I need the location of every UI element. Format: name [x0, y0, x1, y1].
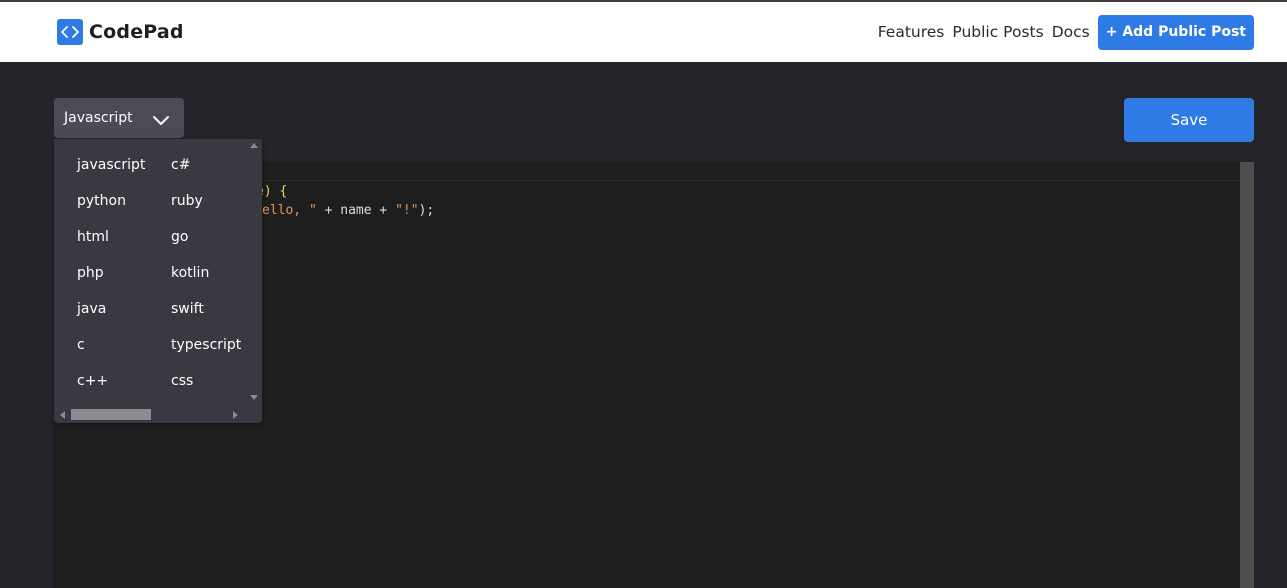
save-button[interactable]: Save [1124, 98, 1254, 142]
language-option-cpp[interactable]: c++ [77, 363, 171, 399]
language-option-csharp[interactable]: c# [171, 147, 247, 183]
scroll-up-arrow-icon[interactable] [250, 143, 258, 148]
code-token: + name + [316, 203, 396, 218]
language-select[interactable]: Javascript [54, 98, 184, 138]
code-line-2: ello, " + name + "!"); [262, 201, 434, 220]
scroll-down-arrow-icon[interactable] [250, 395, 258, 400]
dropdown-horizontal-scrollbar[interactable] [54, 406, 262, 423]
brand-logo[interactable]: CodePad [57, 19, 184, 45]
code-token: ); [418, 203, 435, 218]
top-navbar: CodePad Features Public Posts Docs + Add… [0, 2, 1287, 62]
language-option-php[interactable]: php [77, 255, 171, 291]
chevron-down-icon [152, 111, 170, 130]
language-select-value: Javascript [64, 110, 133, 126]
brand-name: CodePad [89, 21, 184, 43]
language-option-typescript[interactable]: typescript [171, 327, 247, 363]
code-brackets-icon [57, 19, 83, 45]
main-nav: Features Public Posts Docs + Add Public … [878, 14, 1254, 50]
scrollbar-thumb[interactable] [71, 409, 151, 420]
code-token: "!" [395, 203, 419, 218]
scroll-left-arrow-icon[interactable] [60, 411, 65, 419]
code-token: ello, " [262, 203, 317, 218]
language-option-html[interactable]: html [77, 219, 171, 255]
language-option-c[interactable]: c [77, 327, 171, 363]
add-public-post-button[interactable]: + Add Public Post [1097, 14, 1254, 50]
language-dropdown-menu: javascript c# python ruby html go php ko… [54, 139, 262, 423]
language-option-go[interactable]: go [171, 219, 247, 255]
language-option-ruby[interactable]: ruby [171, 183, 247, 219]
language-option-css[interactable]: css [171, 363, 247, 399]
language-options: javascript c# python ruby html go php ko… [77, 147, 247, 399]
nav-features[interactable]: Features [878, 23, 945, 41]
editor-scrollbar[interactable] [1240, 162, 1254, 588]
nav-public-posts[interactable]: Public Posts [952, 23, 1043, 41]
language-option-java[interactable]: java [77, 291, 171, 327]
language-option-python[interactable]: python [77, 183, 171, 219]
language-option-swift[interactable]: swift [171, 291, 247, 327]
scroll-right-arrow-icon[interactable] [233, 411, 238, 419]
language-option-javascript[interactable]: javascript [77, 147, 171, 183]
nav-docs[interactable]: Docs [1052, 23, 1090, 41]
language-option-kotlin[interactable]: kotlin [171, 255, 247, 291]
